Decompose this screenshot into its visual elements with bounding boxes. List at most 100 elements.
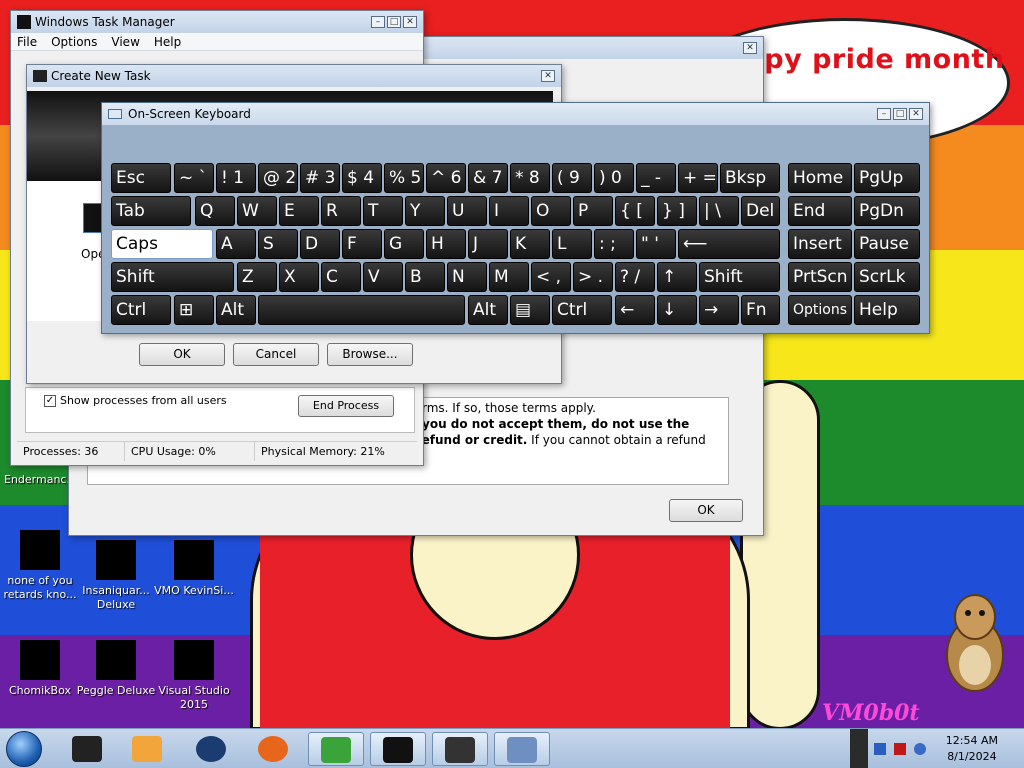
show-hidden-icons[interactable]	[850, 729, 868, 768]
taskbar-item-active[interactable]	[370, 732, 426, 766]
minimize-icon[interactable]: –	[877, 108, 891, 120]
key-u[interactable]: U	[447, 196, 487, 226]
osk-titlebar[interactable]: On-Screen Keyboard – □ ✕	[102, 103, 929, 125]
key-enter[interactable]: ⟵	[678, 229, 780, 259]
key-semicolon[interactable]: : ;	[594, 229, 634, 259]
task-manager-titlebar[interactable]: Windows Task Manager – □ ✕	[11, 11, 423, 33]
checkbox-checked-icon[interactable]: ✓	[44, 394, 56, 407]
key-backspace[interactable]: Bksp	[720, 163, 780, 193]
key-home[interactable]: Home	[788, 163, 852, 193]
key-up-arrow[interactable]: ↑	[657, 262, 697, 292]
key-h[interactable]: H	[426, 229, 466, 259]
key-1[interactable]: ! 1	[216, 163, 256, 193]
key-backslash[interactable]: | \	[699, 196, 739, 226]
menu-key-icon[interactable]: ▤	[510, 295, 550, 325]
taskbar-item-active[interactable]	[494, 732, 550, 766]
end-process-button[interactable]: End Process	[298, 395, 394, 417]
minimize-icon[interactable]: –	[371, 16, 385, 28]
taskbar-item[interactable]	[120, 732, 176, 766]
key-7[interactable]: & 7	[468, 163, 508, 193]
key-2[interactable]: @ 2	[258, 163, 298, 193]
key-comma[interactable]: < ,	[531, 262, 571, 292]
maximize-icon[interactable]: □	[893, 108, 907, 120]
key-slash[interactable]: ? /	[615, 262, 655, 292]
menu-help[interactable]: Help	[154, 35, 181, 49]
key-j[interactable]: J	[468, 229, 508, 259]
tray-icon[interactable]	[874, 743, 886, 755]
key-4[interactable]: $ 4	[342, 163, 382, 193]
key-scrlk[interactable]: ScrLk	[854, 262, 920, 292]
close-icon[interactable]: ✕	[403, 16, 417, 28]
key-right-ctrl[interactable]: Ctrl	[552, 295, 612, 325]
close-icon[interactable]: ✕	[743, 42, 757, 54]
windows-key-icon[interactable]: ⊞	[174, 295, 214, 325]
key-f[interactable]: F	[342, 229, 382, 259]
taskbar-item[interactable]	[60, 732, 116, 766]
create-task-browse-button[interactable]: Browse...	[327, 343, 413, 366]
volume-icon[interactable]	[914, 743, 926, 755]
key-left-ctrl[interactable]: Ctrl	[111, 295, 171, 325]
key-right-alt[interactable]: Alt	[468, 295, 508, 325]
key-e[interactable]: E	[279, 196, 319, 226]
key-3[interactable]: # 3	[300, 163, 340, 193]
close-icon[interactable]: ✕	[909, 108, 923, 120]
key-pgdn[interactable]: PgDn	[854, 196, 920, 226]
key-equals[interactable]: + =	[678, 163, 718, 193]
key-end[interactable]: End	[788, 196, 852, 226]
tray-icon[interactable]	[894, 743, 906, 755]
key-n[interactable]: N	[447, 262, 487, 292]
key-space[interactable]	[258, 295, 465, 325]
desktop-icon[interactable]: Peggle Deluxe	[76, 640, 156, 698]
desktop-icon[interactable]: Visual Studio 2015	[154, 640, 234, 712]
key-m[interactable]: M	[489, 262, 529, 292]
start-button[interactable]	[6, 731, 42, 767]
key-del[interactable]: Del	[741, 196, 780, 226]
key-down-arrow[interactable]: ↓	[657, 295, 697, 325]
create-task-cancel-button[interactable]: Cancel	[233, 343, 319, 366]
key-prtscn[interactable]: PrtScn	[788, 262, 852, 292]
maximize-icon[interactable]: □	[387, 16, 401, 28]
taskbar-item[interactable]	[246, 732, 302, 766]
key-right-shift[interactable]: Shift	[699, 262, 780, 292]
key-c[interactable]: C	[321, 262, 361, 292]
clock[interactable]: 12:54 AM 8/1/2024	[946, 733, 998, 765]
key-insert[interactable]: Insert	[788, 229, 852, 259]
key-b[interactable]: B	[405, 262, 445, 292]
close-icon[interactable]: ✕	[541, 70, 555, 82]
key-r[interactable]: R	[321, 196, 361, 226]
key-help[interactable]: Help	[854, 295, 920, 325]
key-pgup[interactable]: PgUp	[854, 163, 920, 193]
key-open-bracket[interactable]: { [	[615, 196, 655, 226]
key-esc[interactable]: Esc	[111, 163, 171, 193]
key-period[interactable]: > .	[573, 262, 613, 292]
desktop-icon[interactable]: Insaniquar... Deluxe	[76, 540, 156, 612]
key-tab[interactable]: Tab	[111, 196, 191, 226]
key-0[interactable]: ) 0	[594, 163, 634, 193]
desktop-icon-label-endermanch[interactable]: Endermanc...	[4, 473, 77, 486]
key-left-arrow[interactable]: ←	[615, 295, 655, 325]
key-l[interactable]: L	[552, 229, 592, 259]
key-d[interactable]: D	[300, 229, 340, 259]
key-pause[interactable]: Pause	[854, 229, 920, 259]
key-o[interactable]: O	[531, 196, 571, 226]
key-left-shift[interactable]: Shift	[111, 262, 234, 292]
key-k[interactable]: K	[510, 229, 550, 259]
desktop-icon[interactable]: VMO KevinSi...	[154, 540, 234, 598]
key-x[interactable]: X	[279, 262, 319, 292]
key-9[interactable]: ( 9	[552, 163, 592, 193]
key-y[interactable]: Y	[405, 196, 445, 226]
desktop-icon[interactable]: none of you retards kno...	[0, 530, 80, 602]
taskbar-item-active[interactable]	[432, 732, 488, 766]
key-q[interactable]: Q	[195, 196, 235, 226]
key-quote[interactable]: " '	[636, 229, 676, 259]
key-w[interactable]: W	[237, 196, 277, 226]
menu-options[interactable]: Options	[51, 35, 97, 49]
menu-file[interactable]: File	[17, 35, 37, 49]
create-task-ok-button[interactable]: OK	[139, 343, 225, 366]
desktop-icon[interactable]: ChomikBox	[0, 640, 80, 698]
key-t[interactable]: T	[363, 196, 403, 226]
taskbar-item-active[interactable]	[308, 732, 364, 766]
key-s[interactable]: S	[258, 229, 298, 259]
key-8[interactable]: * 8	[510, 163, 550, 193]
license-ok-button[interactable]: OK	[669, 499, 743, 522]
